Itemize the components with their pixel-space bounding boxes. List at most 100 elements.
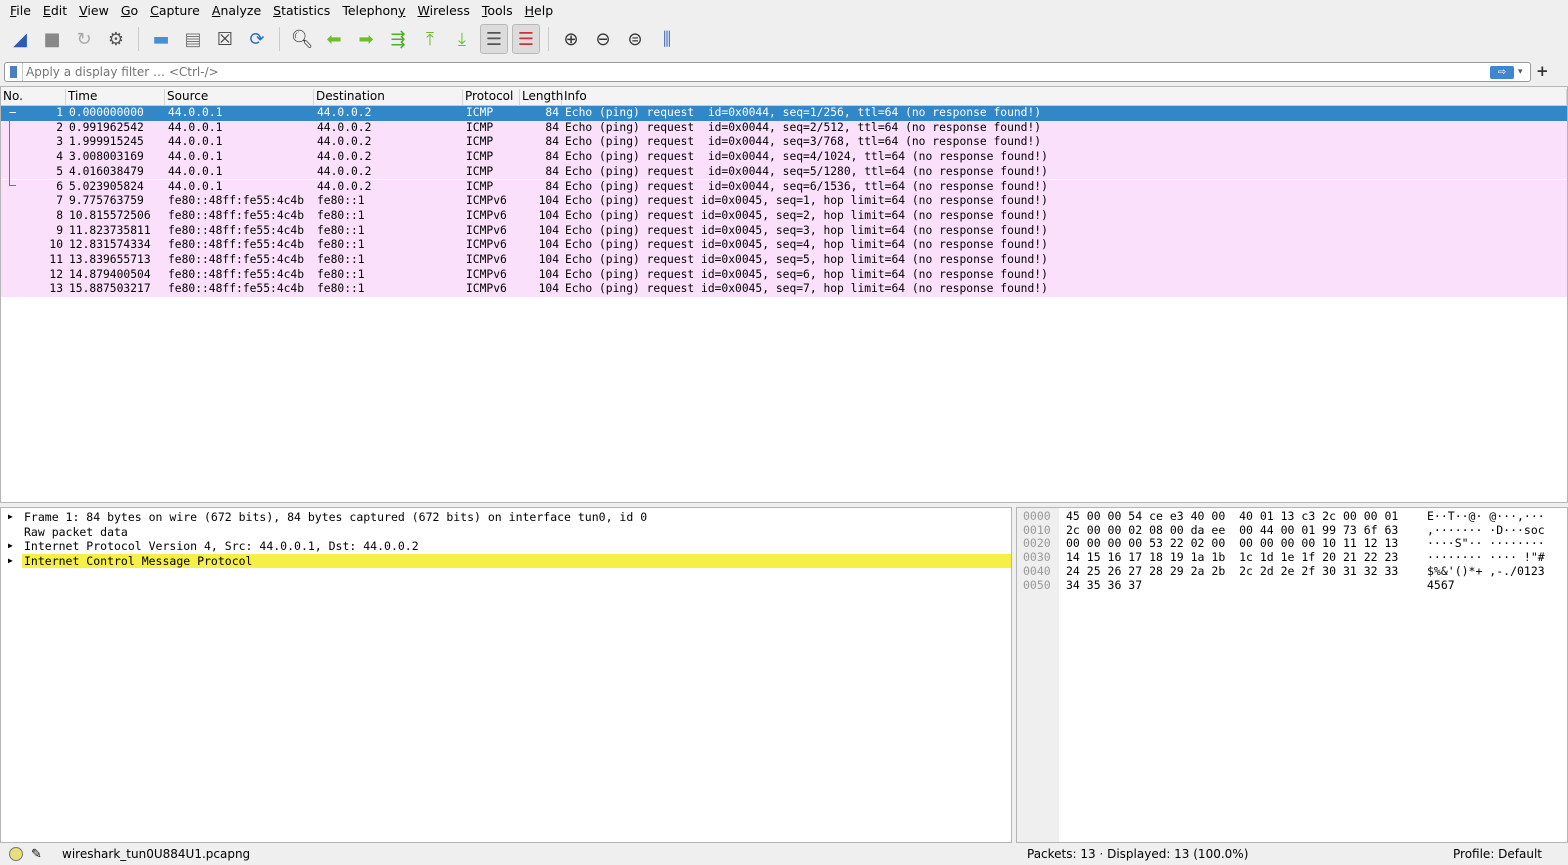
packet-row[interactable]: 11 13.839655713 fe80::48ff:fe55:4c4b fe80::… — [1, 253, 1567, 268]
cell-info: Echo (ping) request id=0x0045, seq=1, ho… — [565, 194, 1048, 208]
ascii-bytes[interactable]: ····S"·· ········ — [1427, 537, 1545, 551]
go-back-icon: ⬅ — [326, 28, 342, 50]
packet-details-tree[interactable]: ▶ Frame 1: 84 bytes on wire (672 bits), 8… — [0, 507, 1012, 843]
toolbar-separator — [279, 27, 280, 51]
packet-row[interactable]: 6 5.023905824 44.0.0.1 44.0.0.2 ICMP 84 Echo (… — [1, 179, 1567, 195]
packet-row[interactable]: 2 0.991962542 44.0.0.1 44.0.0.2 ICMP 84 Echo (… — [1, 120, 1567, 136]
tree-item[interactable]: Raw packet data — [1, 525, 1011, 540]
zoom-out-button[interactable]: ⊖ — [589, 24, 617, 54]
hex-bytes[interactable]: 00 00 00 00 53 22 02 00 00 00 00 00 10 1… — [1066, 537, 1398, 551]
cell-protocol: ICMPv6 — [466, 208, 507, 222]
ascii-bytes[interactable]: ········ ···· !"# — [1427, 550, 1545, 565]
close-file-button[interactable]: ☒ — [211, 24, 239, 54]
autoscroll-icon: ☰ — [485, 28, 503, 50]
column-header-length[interactable]: Length — [520, 89, 563, 106]
go-last-button[interactable]: ⤓ — [448, 24, 476, 54]
menu-analyze[interactable]: Analyze — [206, 3, 267, 18]
expand-arrow-icon[interactable]: ▶ — [8, 554, 13, 569]
cell-no: 11 — [49, 253, 63, 266]
tree-item-label: Internet Protocol Version 4, Src: 44.0.0… — [24, 539, 419, 553]
packet-list-header: No. Time Source Destination Protocol Length In… — [1, 87, 1567, 106]
cell-info: Echo (ping) request id=0x0045, seq=5, ho… — [565, 253, 1048, 266]
cell-length: 84 — [545, 120, 559, 134]
column-header-protocol[interactable]: Protocol — [463, 89, 520, 106]
cell-length: 104 — [538, 267, 559, 281]
zoom-normal-button[interactable]: ⊜ — [621, 24, 649, 54]
restart-capture-button[interactable]: ↻ — [70, 24, 98, 54]
tree-item[interactable]: ▶ Internet Control Message Protocol — [1, 553, 1011, 569]
capture-options-button[interactable]: ⚙ — [102, 24, 130, 54]
menu-wireless[interactable]: Wireless — [412, 3, 476, 18]
ascii-bytes[interactable]: $%&'()*+ ,-./0123 — [1427, 564, 1545, 579]
open-file-button[interactable]: ▬ — [147, 24, 175, 54]
autoscroll-button[interactable]: ☰ — [480, 24, 508, 54]
menu-file[interactable]: File — [4, 3, 37, 18]
packet-row[interactable]: 4 3.008003169 44.0.0.1 44.0.0.2 ICMP 84 Echo (… — [1, 150, 1567, 165]
hex-bytes[interactable]: 45 00 00 54 ce e3 40 00 40 01 13 c3 2c 0… — [1066, 509, 1398, 524]
menu-label-post: iew — [87, 2, 109, 18]
stop-capture-button[interactable]: ■ — [38, 24, 66, 54]
filter-bookmark-icon[interactable] — [5, 63, 23, 81]
packet-row[interactable]: 9 11.823735811 fe80::48ff:fe55:4c4b fe80::1… — [1, 223, 1567, 239]
expand-arrow-icon[interactable]: ▶ — [8, 510, 13, 525]
menu-help[interactable]: Help — [519, 3, 560, 18]
menu-telephony[interactable]: Telephony — [336, 3, 411, 18]
packet-row[interactable]: 7 9.775763759 fe80::48ff:fe55:4c4b fe80::1 I… — [1, 194, 1567, 209]
resize-columns-icon: ⫼ — [662, 28, 672, 50]
column-header-source[interactable]: Source — [165, 89, 314, 106]
expand-arrow-icon[interactable]: ▶ — [8, 539, 13, 554]
menu-capture[interactable]: Capture — [144, 3, 206, 18]
packet-row[interactable]: 13 15.887503217 fe80::48ff:fe55:4c4b fe80::… — [1, 282, 1567, 298]
find-packet-button[interactable]: 🔍︎ — [288, 24, 316, 54]
packet-row[interactable]: 3 1.999915245 44.0.0.1 44.0.0.2 ICMP 84 Echo (… — [1, 135, 1567, 151]
colorize-button[interactable]: ☰ — [512, 24, 540, 54]
capture-comment-icon[interactable]: ✎ — [31, 847, 42, 862]
packet-row[interactable]: 8 10.815572506 fe80::48ff:fe55:4c4b fe80::1… — [1, 208, 1567, 224]
ascii-bytes[interactable]: E··T··@· @···,··· — [1427, 509, 1545, 524]
column-header-info[interactable]: Info — [562, 89, 1567, 106]
go-to-packet-button[interactable]: ⇶ — [384, 24, 412, 54]
column-header-destination[interactable]: Destination — [314, 89, 463, 106]
filter-history-dropdown[interactable]: ▾ — [1518, 67, 1530, 77]
reload-file-button[interactable]: ⟳ — [243, 24, 271, 54]
menu-edit[interactable]: Edit — [37, 3, 73, 18]
menu-go[interactable]: Go — [115, 3, 144, 18]
cell-protocol: ICMPv6 — [466, 194, 507, 208]
hex-bytes[interactable]: 34 35 36 37 — [1066, 578, 1142, 593]
packet-list[interactable]: No. Time Source Destination Protocol Length In… — [0, 86, 1568, 503]
start-capture-button[interactable]: ◢ — [6, 24, 34, 54]
hex-bytes[interactable]: 14 15 16 17 18 19 1a 1b 1c 1d 1e 1f 20 2… — [1066, 550, 1398, 565]
display-filter-bar: ⇨ ▾ — [4, 62, 1531, 82]
column-header-time[interactable]: Time — [66, 89, 165, 106]
packet-row[interactable]: 10 12.831574334 fe80::48ff:fe55:4c4b fe80::… — [1, 238, 1567, 253]
hex-bytes[interactable]: 2c 00 00 02 08 00 da ee 00 44 00 01 99 7… — [1066, 523, 1398, 538]
tree-item[interactable]: ▶ Frame 1: 84 bytes on wire (672 bits), 8… — [1, 510, 1011, 525]
expert-info-led-icon[interactable] — [9, 847, 23, 861]
status-profile[interactable]: Profile: Default — [1453, 847, 1542, 861]
menu-tools[interactable]: Tools — [476, 3, 519, 18]
menu-label-mnemonic: W — [417, 2, 430, 18]
column-header-no[interactable]: No. — [1, 89, 66, 106]
tree-item[interactable]: ▶ Internet Protocol Version 4, Src: 44.0.… — [1, 539, 1011, 554]
packet-row[interactable]: 12 14.879400504 fe80::48ff:fe55:4c4b fe80::… — [1, 267, 1567, 283]
hex-bytes[interactable]: 24 25 26 27 28 29 2a 2b 2c 2d 2e 2f 30 3… — [1066, 564, 1398, 579]
tree-item-label: Frame 1: 84 bytes on wire (672 bits), 84… — [24, 510, 648, 524]
apply-filter-button[interactable]: ⇨ — [1490, 65, 1514, 79]
add-filter-button[interactable]: + — [1536, 62, 1549, 80]
cell-destination: fe80::1 — [317, 238, 365, 252]
packet-bytes-pane[interactable]: 0000 45 00 00 54 ce e3 40 00 40 01 13 c3 … — [1016, 507, 1568, 843]
go-forward-button[interactable]: ➡ — [352, 24, 380, 54]
packet-row[interactable]: 5 4.016038479 44.0.0.1 44.0.0.2 ICMP 84 Echo (… — [1, 164, 1567, 180]
menu-statistics[interactable]: Statistics — [267, 3, 336, 18]
packet-row[interactable]: 1 0.000000000 44.0.0.1 44.0.0.2 ICMP 84 Echo (… — [1, 106, 1567, 121]
go-first-button[interactable]: ⤒ — [416, 24, 444, 54]
zoom-in-button[interactable]: ⊕ — [557, 24, 585, 54]
resize-columns-button[interactable]: ⫼ — [653, 24, 681, 54]
ascii-bytes[interactable]: ,······· ·D···soc — [1427, 523, 1545, 538]
ascii-bytes[interactable]: 4567 — [1427, 578, 1455, 593]
go-back-button[interactable]: ⬅ — [320, 24, 348, 54]
menu-view[interactable]: View — [73, 3, 115, 18]
display-filter-input[interactable] — [23, 65, 1490, 79]
save-file-button[interactable]: ▤ — [179, 24, 207, 54]
cell-source: fe80::48ff:fe55:4c4b — [168, 267, 305, 281]
